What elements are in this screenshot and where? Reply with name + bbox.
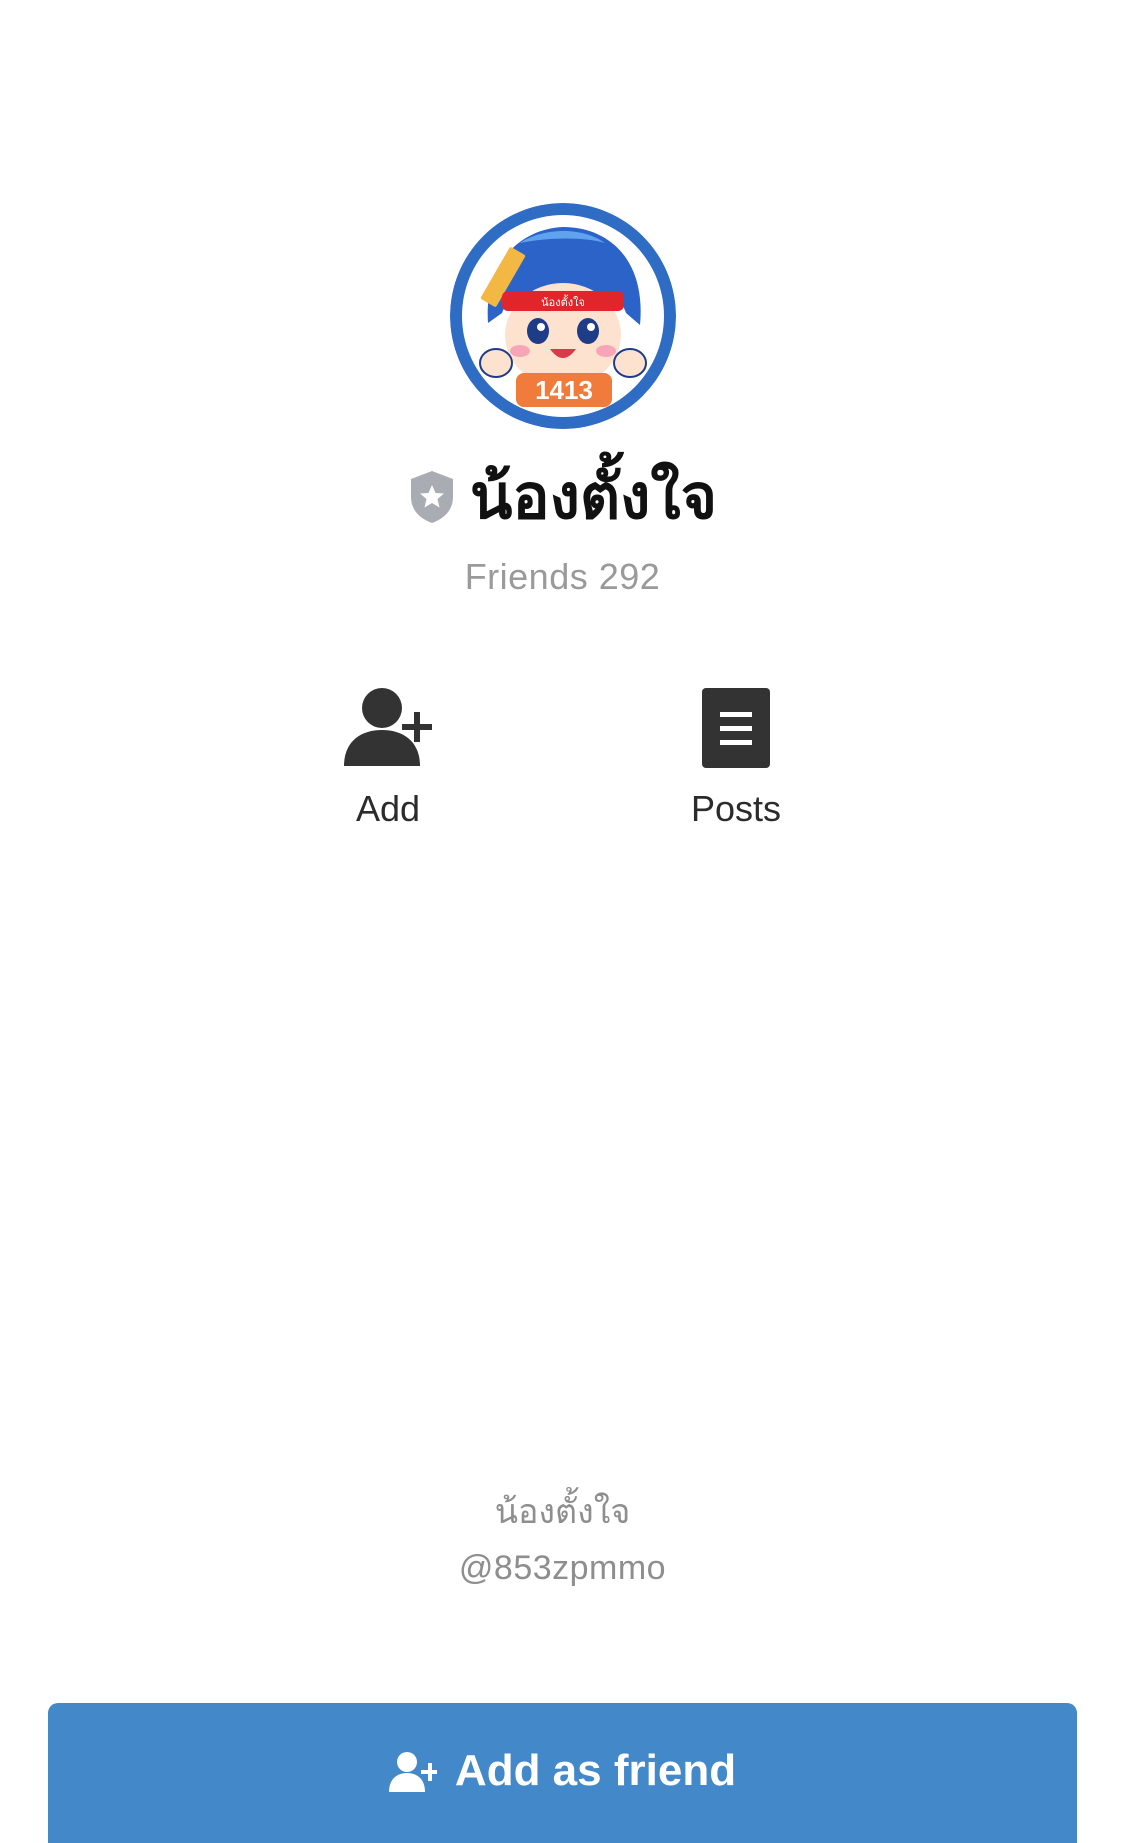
- add-action-label: Add: [355, 788, 421, 829]
- posts-document-icon: [702, 688, 770, 768]
- add-user-icon: [388, 1752, 437, 1792]
- add-action-button[interactable]: Add: [288, 686, 488, 830]
- posts-action-button[interactable]: Posts: [636, 686, 836, 830]
- posts-action-label: Posts: [690, 788, 782, 829]
- avatar-badge-number: 1413: [535, 375, 593, 405]
- profile-name: น้องตั้งใจ: [469, 460, 718, 533]
- profile-avatar[interactable]: น้องตั้งใจ 1413: [450, 203, 676, 429]
- avatar-image: น้องตั้งใจ 1413: [450, 203, 676, 429]
- verified-badge-icon: [410, 471, 453, 523]
- add-user-icon: [344, 688, 432, 766]
- headband-text: น้องตั้งใจ: [541, 294, 585, 309]
- add-as-friend-button[interactable]: Add as friend: [48, 1703, 1077, 1843]
- profile-page: น้องตั้งใจ 1413 น้องตั้งใจ Friends 292 A…: [0, 0, 1125, 1843]
- profile-name-row: น้องตั้งใจ: [0, 455, 1125, 539]
- add-as-friend-label: Add as friend: [454, 1746, 737, 1795]
- account-name: น้องตั้งใจ: [494, 1492, 631, 1532]
- account-id: @853zpmmo: [458, 1549, 667, 1587]
- friends-count: Friends 292: [464, 556, 661, 597]
